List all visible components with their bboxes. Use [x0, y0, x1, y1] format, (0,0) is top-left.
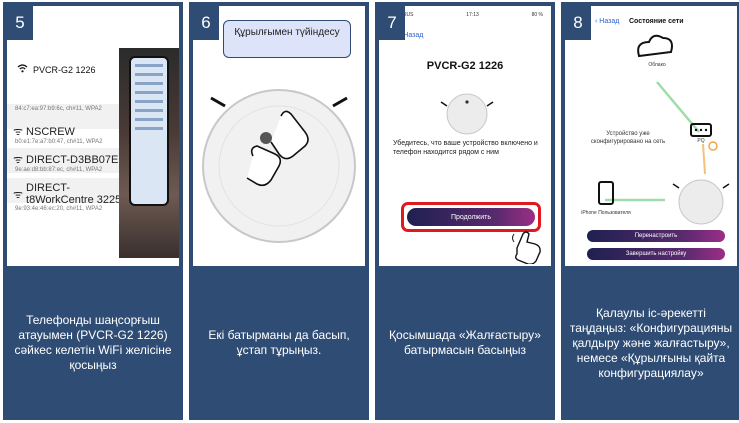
step-caption: Қалаулы іс-әрекетті таңдаңыз: «Конфигура… — [569, 305, 733, 380]
cloud-icon — [637, 34, 673, 58]
reconfigure-button[interactable]: Перенастроить — [587, 230, 725, 242]
configured-message: Устройство уже сконфигурировано на сеть — [590, 131, 666, 145]
device-model-title: PVCR-G2 1226 — [426, 60, 504, 72]
selected-wifi-row[interactable]: PVCR-G2 1226 — [17, 64, 96, 75]
wifi-icon: ᯤ — [13, 154, 24, 166]
step-number: 5 — [7, 6, 33, 40]
phone-label: iPhone Пользователя — [581, 210, 631, 216]
step-panel-7: MTS RUS 17:13 80 % ‹ Назад PVCR-G2 1226 … — [375, 2, 555, 420]
proximity-message: Убедитесь, что ваше устройство включено … — [393, 140, 538, 156]
step-number: 6 — [193, 6, 219, 40]
step-number: 8 — [565, 6, 591, 40]
network-item-direct-d3bb07ec[interactable]: ᯤ DIRECT-D3BB07EC 9e:ae:d8:bb:87:ec, ch#1… — [13, 152, 131, 174]
back-label: Назад — [403, 32, 424, 39]
network-meta: 9e:ae:d8:bb:87:ec, ch#11, WPA2 — [15, 167, 103, 173]
step-panel-6: Құрылғымен түйіндесу 6 Екі батырманы да … — [189, 2, 369, 420]
app-connect-screen: MTS RUS 17:13 80 % ‹ Назад PVCR-G2 1226 … — [379, 6, 551, 266]
pairing-bubble: Құрылғымен түйіндесу — [223, 20, 351, 58]
selected-ssid: PVCR-G2 1226 — [33, 64, 96, 75]
network-name: DIRECT-D3BB07EC — [26, 153, 127, 166]
battery-level: 80 % — [531, 12, 543, 18]
finish-setup-button[interactable]: Завершить настройку — [587, 248, 725, 260]
router-label: PQ — [697, 138, 705, 144]
network-meta: b0:e1:7e:a7:b0:47, ch#11, WPA2 — [15, 139, 103, 145]
clock: 17:13 — [466, 12, 479, 18]
phone-screen — [129, 56, 169, 206]
network-item[interactable]: 84:c7:ea:97:b9:6c, ch#11, WPA2 — [13, 106, 131, 112]
network-meta: 84:c7:ea:97:b9:6c, ch#11, WPA2 — [15, 106, 102, 112]
step-panel-8: ‹ Назад Состояние сети Облако PQ iPhone … — [561, 2, 739, 420]
robot-vacuum-icon — [440, 93, 494, 135]
step-caption: Екі батырманы да басып, ұстап тұрыңыз. — [208, 328, 350, 357]
step-caption: Қосымшада «Жалғастыру» батырмасын басыңы… — [389, 328, 541, 357]
tap-hand-icon — [512, 231, 541, 264]
network-item-direct-workcentre[interactable]: ᯤ DIRECT-t8WorkCentre 3225 9e:93:4e:46:ec… — [13, 182, 131, 212]
network-name: NSCREW — [26, 125, 75, 138]
network-item-nscrew[interactable]: ᯤ NSCREW b0:e1:7e:a7:b0:47, ch#11, WPA2 — [13, 124, 131, 146]
wifi-icon: ᯤ — [13, 188, 24, 201]
network-meta: 9e:93:4e:46:ec:20, ch#11, WPA2 — [15, 206, 103, 212]
status-bar: MTS RUS 17:13 80 % — [391, 12, 543, 18]
network-status-screen: ‹ Назад Состояние сети Облако PQ iPhone … — [565, 6, 737, 266]
step-caption: Телефонды шаңсорғыш атауымен (PVCR-G2 12… — [14, 313, 172, 372]
step-panel-5: PVCR-G2 1226 84:c7:ea:97:b9:6c, ch#11, W… — [3, 2, 183, 420]
cloud-label: Облако — [648, 62, 666, 68]
step-number: 7 — [379, 6, 405, 40]
robot-top-view: Құрылғымен түйіндесу — [193, 6, 365, 266]
phone-photo — [119, 48, 179, 258]
wifi-icon — [17, 64, 28, 75]
wifi-list-screenshot: PVCR-G2 1226 84:c7:ea:97:b9:6c, ch#11, W… — [7, 6, 179, 266]
continue-button[interactable]: Продолжить — [407, 208, 535, 226]
network-name: DIRECT-t8WorkCentre 3225 — [26, 182, 122, 206]
robot-vacuum-icon — [678, 179, 724, 225]
wifi-icon: ᯤ — [13, 126, 24, 138]
